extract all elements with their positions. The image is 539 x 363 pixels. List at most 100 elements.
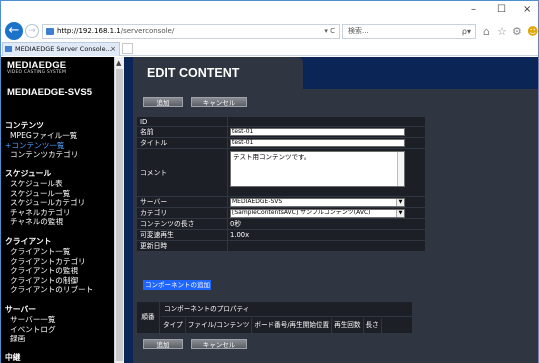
sidebar-section-title: サーバー — [5, 305, 37, 314]
search-input[interactable]: 検索... ρ▾ — [342, 24, 476, 39]
sidebar-section-relay: 中継 — [1, 353, 114, 363]
maximize-icon[interactable]: ☐ — [497, 4, 506, 15]
chevron-down-icon[interactable]: ▼ — [396, 199, 404, 206]
address-controls[interactable]: ▾ C — [324, 25, 335, 38]
comment-textarea[interactable]: テスト用コンテンツです。 — [230, 151, 405, 187]
title-field[interactable]: test-01 — [230, 139, 405, 147]
sidebar-section-title: スケジュール — [5, 169, 52, 178]
sidebar-item-schedule-category[interactable]: スケジュールカテゴリ — [1, 198, 114, 208]
tab-bar: MEDIAEDGE Server Console... × — [1, 41, 538, 56]
field-row-category: カテゴリ [SampleContentsAVC] サンプルコンテンツ(AVC) … — [137, 208, 425, 219]
forward-icon[interactable]: → — [25, 24, 39, 38]
sidebar-item-event-log[interactable]: イベントログ — [1, 325, 114, 335]
home-icon[interactable]: ⌂ — [483, 25, 490, 38]
sidebar-item-schedule-list[interactable]: スケジュール一覧 — [1, 189, 114, 199]
category-selected-value: [SampleContentsAVC] サンプルコンテンツ(AVC) — [232, 209, 371, 216]
sidebar-section-title: 中継 — [5, 353, 21, 362]
name-field[interactable]: test-01 — [230, 128, 405, 136]
tab-title: MEDIAEDGE Server Console... — [15, 45, 112, 53]
page-title: EDIT CONTENT — [133, 57, 303, 90]
sidebar: MEDIAEDGE VIDEO CASTING SYSTEM MEDIAEDGE… — [1, 57, 114, 363]
column-header: ボード番号/再生開始位置 — [252, 318, 333, 333]
sidebar-item-recording[interactable]: 録画 — [1, 334, 114, 344]
favorites-star-icon[interactable]: ☆ — [497, 25, 507, 38]
updated-value — [227, 241, 425, 252]
column-header: 長さ — [364, 318, 382, 333]
server-select[interactable]: MEDIAEDGE-SVS ▼ — [230, 198, 405, 207]
site-favicon-icon — [46, 28, 54, 35]
title-cell: test-01 — [227, 138, 425, 149]
bottom-button-row: 追加 キャンセル — [143, 339, 247, 349]
minimize-icon[interactable]: – — [471, 4, 476, 15]
url-host: http://192.168.1.1 — [57, 27, 121, 35]
tab-close-icon[interactable]: × — [110, 43, 116, 55]
component-columns: タイプ ファイル/コンテンツ ボード番号/再生開始位置 再生回数 長さ — [161, 318, 412, 333]
cancel-button[interactable]: キャンセル — [191, 97, 247, 107]
id-label: ID — [137, 117, 227, 127]
server-selected-value: MEDIAEDGE-SVS — [232, 198, 283, 205]
close-icon[interactable]: × — [523, 4, 531, 15]
sidebar-section-server: サーバー サーバー一覧 イベントログ 録画 — [1, 305, 114, 344]
updated-label: 更新日時 — [137, 241, 227, 252]
title-label: タイトル — [137, 138, 227, 149]
logo-subtext: VIDEO CASTING SYSTEM — [7, 70, 67, 75]
sidebar-section-title: コンテンツ — [5, 121, 44, 130]
back-icon[interactable]: ← — [5, 22, 23, 40]
sidebar-item-content-list[interactable]: +コンテンツ一覧 — [1, 141, 114, 151]
sidebar-item-client-reboot[interactable]: クライアントのリブート — [1, 285, 114, 295]
search-icon[interactable]: ρ▾ — [462, 25, 471, 38]
field-row-speed: 可変速再生 1.00x — [137, 230, 425, 241]
sidebar-item-mpeg-files[interactable]: MPEGファイル一覧 — [1, 131, 114, 141]
server-cell: MEDIAEDGE-SVS ▼ — [227, 197, 425, 208]
sidebar-item-client-monitor[interactable]: クライアントの監視 — [1, 266, 114, 276]
sidebar-item-client-list[interactable]: クライアント一覧 — [1, 247, 114, 257]
sidebar-item-client-category[interactable]: クライアントカテゴリ — [1, 257, 114, 267]
sidebar-section-clients: クライアント クライアント一覧 クライアントカテゴリ クライアントの監視 クライ… — [1, 237, 114, 295]
category-label: カテゴリ — [137, 208, 227, 219]
cancel-button[interactable]: キャンセル — [191, 339, 247, 349]
speed-label: 可変速再生 — [137, 230, 227, 241]
field-row-comment: コメント テスト用コンテンツです。 — [137, 149, 425, 197]
main-content: EDIT CONTENT 追加 キャンセル ID 名前 test-01 タイトル… — [125, 57, 538, 363]
sidebar-section-contents: コンテンツ MPEGファイル一覧 +コンテンツ一覧 コンテンツカテゴリ — [1, 121, 114, 160]
component-index-header: 順番 — [137, 302, 160, 333]
field-row-title: タイトル test-01 — [137, 138, 425, 149]
sidebar-item-content-category[interactable]: コンテンツカテゴリ — [1, 150, 114, 160]
name-label: 名前 — [137, 127, 227, 138]
comment-text: テスト用コンテンツです。 — [233, 153, 311, 161]
sidebar-item-client-control[interactable]: クライアントの制御 — [1, 276, 114, 286]
length-label: コンテンツの長さ — [137, 219, 227, 230]
sidebar-section-title: クライアント — [5, 237, 52, 246]
sidebar-item-server-list[interactable]: サーバー一覧 — [1, 315, 114, 325]
tab-favicon-icon — [5, 46, 12, 52]
comment-scrollbar[interactable] — [397, 152, 404, 186]
sidebar-item-channel-monitor[interactable]: チャネルの監視 — [1, 217, 114, 227]
name-cell: test-01 — [227, 127, 425, 138]
top-button-row: 追加 キャンセル — [143, 97, 247, 107]
column-header: 再生回数 — [332, 318, 364, 333]
sidebar-item-channel-category[interactable]: チャネルカテゴリ — [1, 208, 114, 218]
component-table: 順番 コンポーネントのプロパティ タイプ ファイル/コンテンツ ボード番号/再生… — [137, 302, 412, 333]
url-path: /serverconsole/ — [120, 27, 175, 35]
field-row-server: サーバー MEDIAEDGE-SVS ▼ — [137, 197, 425, 208]
server-label: サーバー — [137, 197, 227, 208]
settings-gear-icon[interactable]: ⚙ — [512, 25, 522, 38]
new-tab-button[interactable] — [122, 43, 133, 54]
component-props-header: コンポーネントのプロパティ — [161, 302, 412, 317]
category-select[interactable]: [SampleContentsAVC] サンプルコンテンツ(AVC) ▼ — [230, 209, 405, 218]
smiley-icon[interactable]: ☻ — [527, 25, 538, 38]
scrollbar-thumb[interactable] — [116, 69, 123, 361]
add-button[interactable]: 追加 — [143, 339, 183, 349]
add-component-link[interactable]: コンポーネントの追加 — [143, 280, 211, 290]
scroll-up-icon[interactable]: ▲ — [116, 59, 121, 67]
field-row-id: ID — [137, 117, 425, 127]
sidebar-item-schedule-table[interactable]: スケジュール表 — [1, 179, 114, 189]
address-bar[interactable]: http://192.168.1.1/serverconsole/ ▾ C — [42, 24, 340, 39]
length-value: 0秒 — [227, 219, 425, 230]
sidebar-scrollbar[interactable]: ▲ — [114, 57, 124, 363]
tab-server-console[interactable]: MEDIAEDGE Server Console... × — [2, 42, 120, 56]
chevron-down-icon[interactable]: ▼ — [396, 210, 404, 217]
field-row-length: コンテンツの長さ 0秒 — [137, 219, 425, 230]
add-button[interactable]: 追加 — [143, 97, 183, 107]
column-header: ファイル/コンテンツ — [186, 318, 253, 333]
